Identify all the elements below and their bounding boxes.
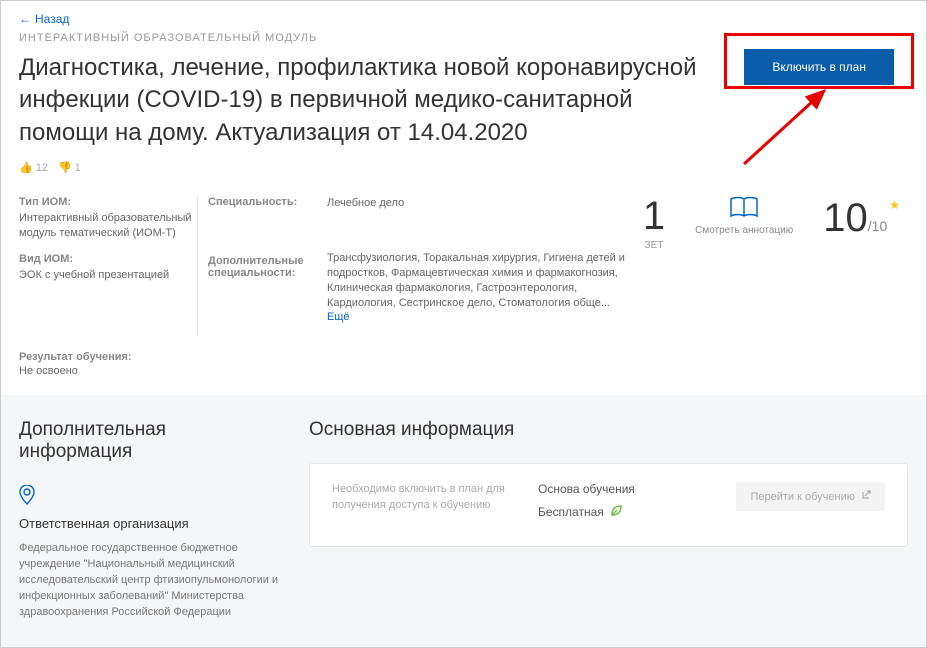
info-card: Необходимо включить в план для получения… — [309, 463, 908, 547]
star-icon: ★ — [889, 198, 900, 212]
result-label: Результат обучения: — [19, 351, 908, 363]
votes-row: 👍 12 👎 1 — [19, 161, 908, 174]
type-value: Интерактивный образовательный модуль тем… — [19, 211, 197, 241]
kind-label: Вид ИОМ: — [19, 253, 197, 265]
org-label: Ответственная организация — [19, 516, 279, 531]
include-in-plan-button[interactable]: Включить в план — [744, 49, 894, 85]
thumbs-down-icon: 👎 — [58, 161, 72, 174]
basis-label: Основа обучения — [538, 482, 710, 496]
zet-stat: 1 ЗЕТ — [643, 196, 665, 251]
additional-info-title: Дополнительная информация — [19, 419, 279, 463]
annotation-button[interactable]: Смотреть аннотацию — [695, 196, 793, 237]
zet-label: ЗЕТ — [643, 240, 665, 251]
like-button[interactable]: 👍 12 — [19, 161, 48, 174]
dislike-count: 1 — [75, 162, 81, 174]
rating-max: /10 — [868, 218, 887, 234]
rating-value: 10 — [823, 196, 868, 241]
result-value: Не освоено — [19, 365, 908, 377]
back-label: Назад — [35, 12, 69, 26]
type-label: Тип ИОМ: — [19, 196, 197, 208]
external-link-icon — [861, 490, 871, 503]
like-count: 12 — [36, 162, 48, 174]
extra-spec-value: Трансфузиология, Торакальная хирургия, Г… — [327, 251, 627, 325]
book-icon — [695, 196, 793, 223]
arrow-annotation-icon — [734, 79, 844, 169]
extra-spec-label: Дополнительные специальности: — [208, 255, 327, 279]
spec-value: Лечебное дело — [327, 196, 627, 211]
leaf-icon — [610, 504, 623, 520]
spec-label: Специальность: — [208, 196, 327, 208]
kind-value: ЭОК с учебной презентацией — [19, 268, 197, 283]
free-label: Бесплатная — [538, 505, 604, 519]
goto-learning-button[interactable]: Перейти к обучению — [736, 482, 885, 511]
rating-stat: 10 /10 ★ — [823, 196, 900, 241]
annotation-label: Смотреть аннотацию — [695, 225, 793, 237]
arrow-left-icon: ← — [19, 12, 31, 26]
goto-label: Перейти к обучению — [750, 491, 855, 503]
location-pin-icon — [19, 485, 279, 508]
more-link[interactable]: Ещё — [327, 311, 350, 323]
module-type-label: ИНТЕРАКТИВНЫЙ ОБРАЗОВАТЕЛЬНЫЙ МОДУЛЬ — [19, 32, 908, 44]
info-notice: Необходимо включить в план для получения… — [332, 482, 512, 513]
back-link[interactable]: ← Назад — [19, 12, 69, 26]
main-info-title: Основная информация — [309, 419, 908, 441]
zet-value: 1 — [643, 196, 665, 236]
org-value: Федеральное государственное бюджетное уч… — [19, 541, 279, 621]
dislike-button[interactable]: 👎 1 — [58, 161, 81, 174]
thumbs-up-icon: 👍 — [19, 161, 33, 174]
page-title: Диагностика, лечение, профилактика новой… — [19, 52, 719, 149]
